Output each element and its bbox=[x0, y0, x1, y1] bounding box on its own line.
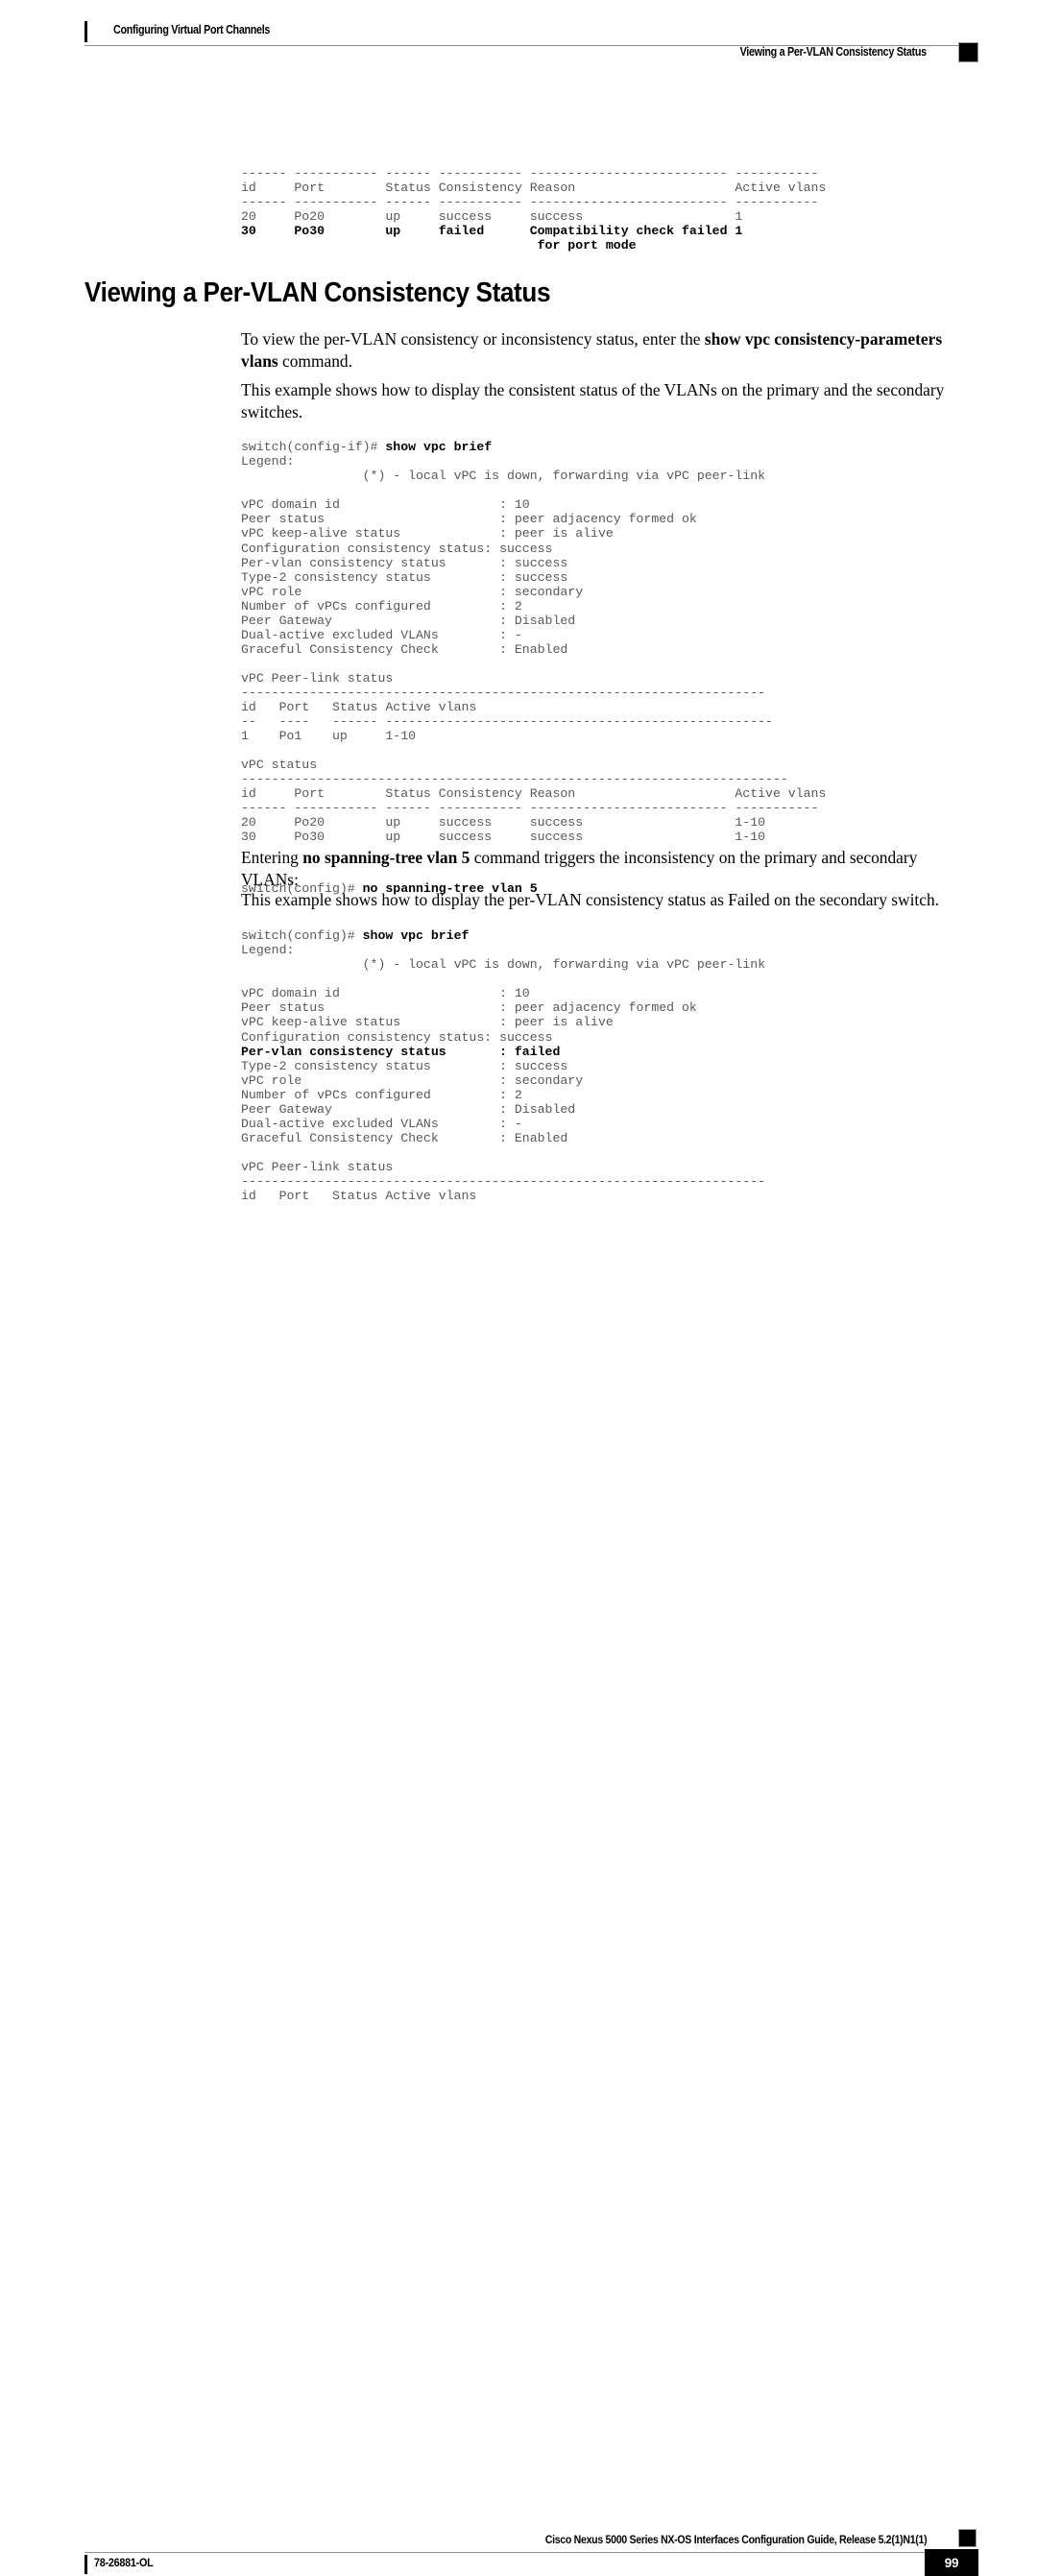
header-chapter-title: Configuring Virtual Port Channels bbox=[113, 23, 271, 36]
paragraph-intro: To view the per-VLAN consistency or inco… bbox=[241, 328, 966, 372]
header-left-accent-bar bbox=[84, 21, 87, 42]
paragraph-entering-pre: Entering bbox=[241, 848, 303, 867]
paragraph-intro-post: command. bbox=[277, 350, 352, 371]
header-section-title: Viewing a Per-VLAN Consistency Status bbox=[739, 45, 927, 59]
header-marker-square-icon bbox=[958, 42, 978, 62]
paragraph-entering-command: no spanning-tree vlan 5 bbox=[302, 848, 470, 867]
code-block-first-show-vpc-brief: switch(config-if)# show vpc brief Legend… bbox=[241, 440, 827, 845]
page-footer: Cisco Nexus 5000 Series NX-OS Interfaces… bbox=[0, 1255, 1037, 2576]
footer-guide-title: Cisco Nexus 5000 Series NX-OS Interfaces… bbox=[544, 2533, 927, 2546]
footer-left-accent-bar bbox=[84, 2555, 87, 2574]
footer-marker-square-icon bbox=[958, 2529, 977, 2547]
paragraph-example-failed: This example shows how to display the pe… bbox=[241, 890, 940, 909]
paragraph-example-consistent: This example shows how to display the co… bbox=[241, 380, 945, 421]
footer-page-number: 99 bbox=[925, 2549, 978, 2576]
code-block-top-table: ------ ----------- ------ ----------- --… bbox=[241, 166, 827, 253]
footer-divider-rule bbox=[84, 2552, 960, 2553]
code-block-second-show-vpc-brief: switch(config)# show vpc brief Legend: (… bbox=[241, 928, 766, 1204]
page-header: Configuring Virtual Port Channels Viewin… bbox=[0, 0, 1037, 77]
footer-document-number: 78-26881-OL bbox=[94, 2556, 154, 2569]
paragraph-intro-pre: To view the per-VLAN consistency or inco… bbox=[241, 329, 705, 349]
page-title: Viewing a Per-VLAN Consistency Status bbox=[84, 277, 551, 308]
